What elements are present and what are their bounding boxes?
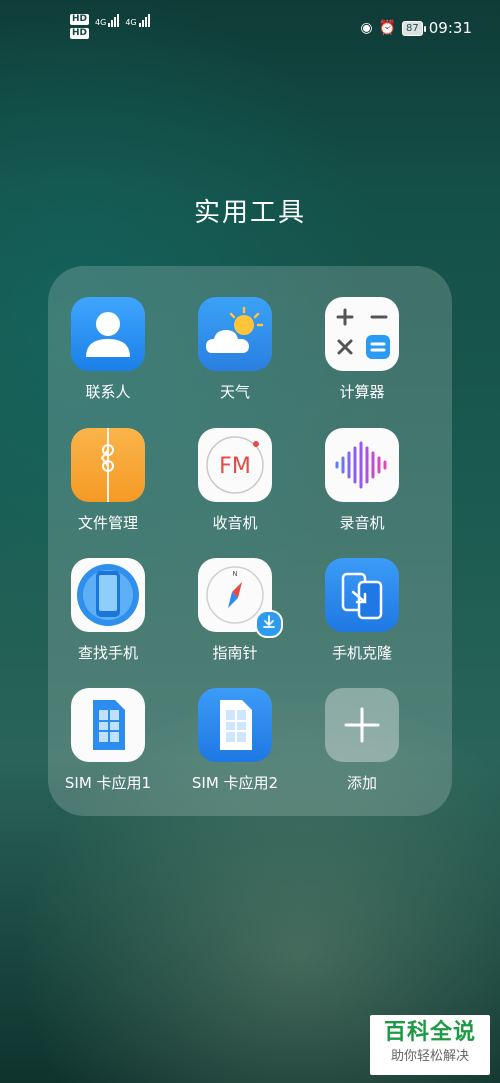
vibrate-icon: ◉: [360, 20, 373, 36]
app-label: 录音机: [339, 514, 385, 532]
app-label: 联系人: [85, 383, 131, 401]
recorder-icon: [325, 428, 399, 502]
app-label: 计算器: [339, 383, 385, 401]
app-radio[interactable]: FM 收音机: [175, 428, 295, 533]
hd-voice-badge-2: HD: [70, 28, 90, 39]
app-label: 添加: [346, 774, 377, 792]
app-phone-clone[interactable]: 手机克隆: [302, 558, 422, 663]
watermark-title: 百科全说: [383, 1020, 476, 1045]
weather-icon: [198, 297, 272, 371]
radio-icon: FM: [198, 428, 272, 502]
network-type-label-2: 4G: [125, 18, 137, 27]
signal-strength-icon-2: 4G: [125, 14, 150, 27]
hd-voice-badge: HD: [70, 14, 90, 25]
app-label: 文件管理: [77, 514, 138, 532]
app-label: 手机克隆: [331, 644, 392, 662]
network-type-label: 4G: [95, 18, 107, 27]
app-sim1[interactable]: SIM 卡应用1: [48, 688, 168, 793]
compass-north-text: N: [232, 570, 237, 578]
calculator-icon: [325, 297, 399, 371]
app-label: SIM 卡应用2: [191, 774, 279, 792]
signal-area: HD HD 4G 4G: [70, 14, 150, 39]
app-label: 收音机: [212, 514, 258, 532]
signal-strength-icon: 4G: [95, 14, 120, 27]
watermark-logo: 百科全说 助你轻松解决: [370, 1015, 490, 1075]
folder-panel: 联系人 天气 计算器 文件管理 FM 收音机 录音机 查找手机 N 指南针 手机…: [48, 266, 452, 816]
find-phone-icon: [71, 558, 145, 632]
app-label: 指南针: [212, 644, 258, 662]
clock: 09:31: [428, 19, 472, 37]
files-icon: [71, 428, 145, 502]
alarm-icon: ⏰: [378, 20, 397, 36]
app-compass[interactable]: N 指南针: [175, 558, 295, 663]
contacts-icon: [71, 297, 145, 371]
app-calculator[interactable]: 计算器: [302, 297, 422, 402]
radio-fm-text: FM: [219, 454, 251, 479]
app-label: SIM 卡应用1: [64, 774, 152, 792]
app-find-phone[interactable]: 查找手机: [48, 558, 168, 663]
app-weather[interactable]: 天气: [175, 297, 295, 402]
add-icon: [325, 688, 399, 762]
app-files[interactable]: 文件管理: [48, 428, 168, 533]
sim-card-icon: [71, 688, 145, 762]
app-label: 查找手机: [77, 644, 138, 662]
download-badge-icon: [255, 610, 283, 638]
sim-card-icon: [198, 688, 272, 762]
app-sim2[interactable]: SIM 卡应用2: [175, 688, 295, 793]
app-recorder[interactable]: 录音机: [302, 428, 422, 533]
app-label: 天气: [219, 383, 250, 401]
folder-title[interactable]: 实用工具: [0, 192, 500, 229]
battery-icon: 87: [402, 20, 426, 36]
status-right: ◉ ⏰ 87 09:31: [360, 19, 472, 37]
status-bar: HD HD 4G 4G ◉ ⏰ 87 09:31: [0, 0, 500, 60]
add-app-button[interactable]: 添加: [302, 688, 422, 793]
app-contacts[interactable]: 联系人: [48, 297, 168, 402]
watermark-subtitle: 助你轻松解决: [390, 1049, 469, 1064]
phone-clone-icon: [325, 558, 399, 632]
